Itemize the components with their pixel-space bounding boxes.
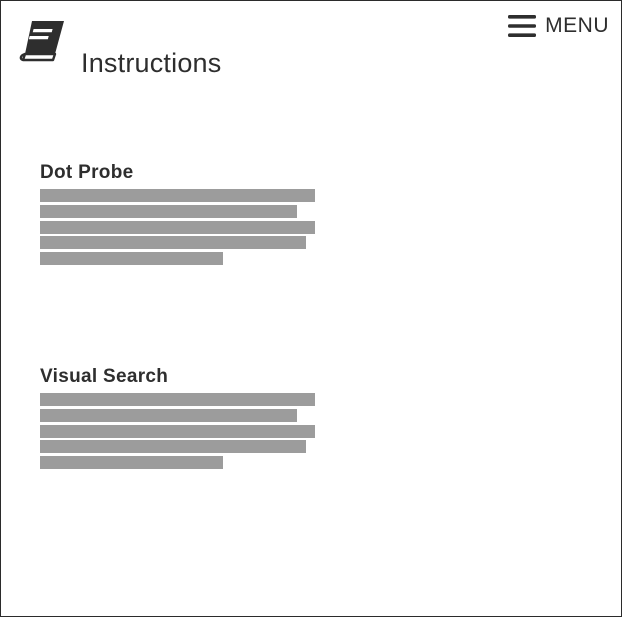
text-placeholder-line bbox=[40, 456, 223, 470]
text-placeholder-line bbox=[40, 236, 306, 250]
section-title-visual-search: Visual Search bbox=[40, 366, 169, 387]
text-placeholder-line bbox=[40, 220, 315, 234]
book-icon bbox=[19, 21, 64, 62]
text-placeholder-line bbox=[40, 189, 315, 202]
section-title-dot-probe: Dot Probe bbox=[40, 162, 134, 183]
text-placeholder-line bbox=[40, 440, 306, 454]
text-placeholder-line bbox=[40, 393, 315, 406]
text-placeholder-line bbox=[40, 204, 297, 218]
text-placeholder bbox=[40, 393, 316, 470]
app-frame: Instructions MENU Dot Probe Visual Searc… bbox=[0, 0, 622, 617]
menu-button[interactable]: MENU bbox=[508, 14, 609, 38]
hamburger-icon bbox=[508, 15, 537, 37]
menu-label: MENU bbox=[545, 14, 609, 37]
section-visual-search: Visual Search bbox=[40, 366, 316, 472]
text-placeholder-line bbox=[40, 252, 223, 266]
text-placeholder-line bbox=[40, 424, 315, 438]
section-dot-probe: Dot Probe bbox=[40, 162, 316, 268]
text-placeholder bbox=[40, 189, 316, 266]
text-placeholder-line bbox=[40, 408, 297, 422]
page-title: Instructions bbox=[81, 48, 222, 79]
